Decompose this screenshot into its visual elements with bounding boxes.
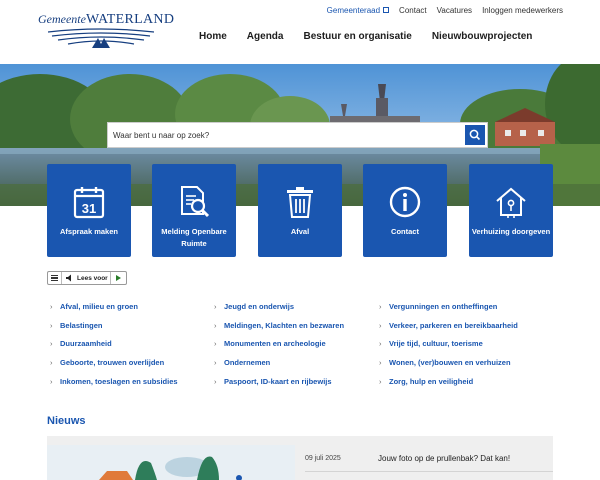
speaker-icon bbox=[66, 274, 71, 282]
topic-link[interactable]: › Monumenten en archeologie bbox=[211, 339, 326, 348]
tile-contact[interactable]: Contact bbox=[363, 164, 447, 257]
topic-link[interactable]: › Paspoort, ID-kaart en rijbewijs bbox=[211, 377, 332, 386]
news-section: 09 juli 2025 Jouw foto op de prullenbak?… bbox=[47, 436, 553, 480]
tile-label: Verhuizing doorgeven bbox=[471, 227, 551, 236]
search-button[interactable] bbox=[465, 125, 485, 145]
readspeaker-widget: Lees voor bbox=[47, 271, 127, 285]
trash-icon bbox=[287, 187, 313, 218]
tile-label: Afspraak maken bbox=[60, 227, 118, 236]
chevron-right-icon: › bbox=[379, 339, 382, 348]
news-date: 09 juli 2025 bbox=[305, 455, 341, 462]
topic-link[interactable]: › Afval, milieu en groen bbox=[47, 302, 138, 311]
quick-tiles: 31 Afspraak maken Melding Openbare Ruimt… bbox=[47, 164, 553, 257]
topic-link[interactable]: › Duurzaamheid bbox=[47, 339, 112, 348]
tile-afspraak-maken[interactable]: 31 Afspraak maken bbox=[47, 164, 131, 257]
news-featured-image[interactable] bbox=[47, 445, 295, 480]
chevron-right-icon: › bbox=[379, 358, 382, 367]
utility-nav: Gemeenteraad Contact Vacatures Inloggen … bbox=[327, 6, 563, 15]
tile-label: Afval bbox=[290, 227, 310, 236]
topic-link[interactable]: › Meldingen, Klachten en bezwaren bbox=[211, 321, 344, 330]
tile-melding-openbare-ruimte[interactable]: Melding Openbare Ruimte bbox=[152, 164, 236, 257]
news-illustration bbox=[47, 445, 295, 480]
topic-link[interactable]: › Wonen, (ver)bouwen en verhuizen bbox=[376, 358, 511, 367]
topic-link[interactable]: › Vergunningen en ontheffingen bbox=[376, 302, 497, 311]
util-link-gemeenteraad[interactable]: Gemeenteraad bbox=[327, 6, 390, 15]
nav-item-nieuwbouw[interactable]: Nieuwbouwprojecten bbox=[432, 31, 533, 42]
chevron-right-icon: › bbox=[214, 358, 217, 367]
chevron-right-icon: › bbox=[379, 377, 382, 386]
chevron-right-icon: › bbox=[214, 302, 217, 311]
topic-link[interactable]: › Ondernemen bbox=[211, 358, 270, 367]
search-bar bbox=[107, 122, 488, 148]
chevron-right-icon: › bbox=[379, 321, 382, 330]
play-button[interactable] bbox=[110, 272, 126, 284]
main-nav: Home Agenda Bestuur en organisatie Nieuw… bbox=[199, 31, 532, 42]
tile-label: Contact bbox=[391, 227, 419, 236]
play-icon bbox=[116, 275, 121, 281]
topic-link[interactable]: › Belastingen bbox=[47, 321, 103, 330]
topic-link[interactable]: › Inkomen, toeslagen en subsidies bbox=[47, 377, 178, 386]
util-link-inloggen[interactable]: Inloggen medewerkers bbox=[482, 6, 563, 15]
info-icon bbox=[389, 186, 421, 218]
news-section-title: Nieuws bbox=[47, 415, 86, 427]
news-headline-link[interactable]: Jouw foto op de prullenbak? Dat kan! bbox=[378, 454, 510, 463]
chevron-right-icon: › bbox=[50, 321, 53, 330]
topic-link[interactable]: › Geboorte, trouwen overlijden bbox=[47, 358, 164, 367]
search-input[interactable] bbox=[108, 123, 466, 147]
external-link-icon bbox=[383, 7, 390, 13]
site-header: GemeenteWaterland Gemeenteraad Contact V… bbox=[0, 0, 600, 64]
chevron-right-icon: › bbox=[50, 339, 53, 348]
topic-link[interactable]: › Zorg, hulp en veiligheid bbox=[376, 377, 473, 386]
calendar-icon: 31 bbox=[73, 187, 105, 219]
chevron-right-icon: › bbox=[214, 377, 217, 386]
chevron-right-icon: › bbox=[214, 321, 217, 330]
tile-label: Melding Openbare Ruimte bbox=[161, 227, 227, 248]
house-icon bbox=[496, 187, 526, 218]
topic-link[interactable]: › Verkeer, parkeren en bereikbaarheid bbox=[376, 321, 518, 330]
tile-verhuizing-doorgeven[interactable]: Verhuizing doorgeven bbox=[469, 164, 553, 257]
tile-afval[interactable]: Afval bbox=[258, 164, 342, 257]
readspeaker-label[interactable]: Lees voor bbox=[77, 275, 108, 282]
topic-link[interactable]: › Jeugd en onderwijs bbox=[211, 302, 294, 311]
readspeaker-menu-icon[interactable] bbox=[48, 272, 62, 284]
gemeente-waterland-logo[interactable]: GemeenteWaterland bbox=[38, 12, 174, 50]
chevron-right-icon: › bbox=[214, 339, 217, 348]
util-link-vacatures[interactable]: Vacatures bbox=[437, 6, 472, 15]
search-icon bbox=[469, 129, 481, 141]
nav-item-bestuur[interactable]: Bestuur en organisatie bbox=[303, 31, 411, 42]
document-search-icon bbox=[181, 186, 210, 218]
logo-waves-icon bbox=[48, 28, 154, 48]
util-link-contact[interactable]: Contact bbox=[399, 6, 427, 15]
nav-item-agenda[interactable]: Agenda bbox=[247, 31, 284, 42]
topic-link[interactable]: › Vrije tijd, cultuur, toerisme bbox=[376, 339, 483, 348]
news-divider bbox=[305, 471, 553, 472]
chevron-right-icon: › bbox=[50, 377, 53, 386]
chevron-right-icon: › bbox=[50, 302, 53, 311]
chevron-right-icon: › bbox=[379, 302, 382, 311]
chevron-right-icon: › bbox=[50, 358, 53, 367]
nav-item-home[interactable]: Home bbox=[199, 31, 227, 42]
calendar-day-number: 31 bbox=[82, 201, 96, 216]
